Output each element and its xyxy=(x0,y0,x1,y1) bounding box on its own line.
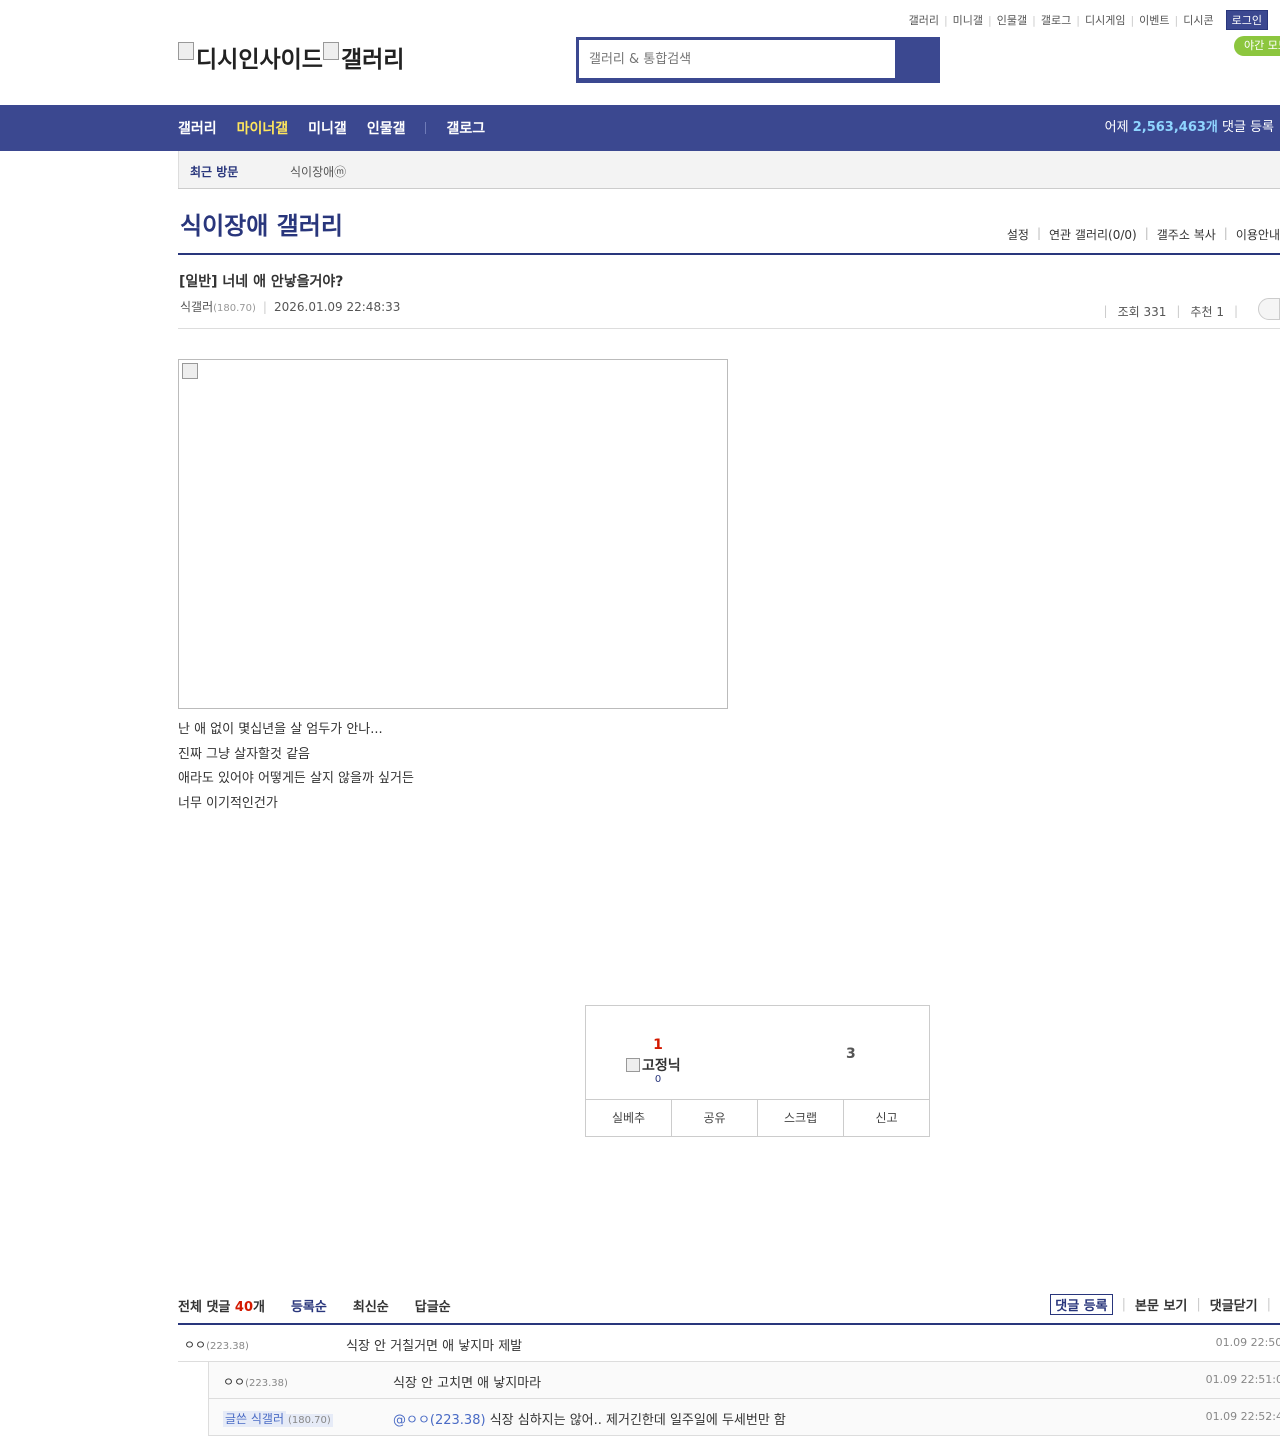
nav-persongal[interactable]: 인물갤 xyxy=(367,118,406,138)
post-body-line: 애라도 있어야 어떻게든 살지 않을까 싶거든 xyxy=(178,771,414,786)
comment-mention[interactable]: @ㅇㅇ(223.38) xyxy=(393,1413,486,1428)
recommend-up-count: 1 xyxy=(653,1037,663,1053)
gallery-options: 설정 | 연관 갤러리(0/0) | 갤주소 복사 | 이용안내 xyxy=(1006,226,1280,243)
comment-nick[interactable]: 글쓴 식갤러 (180.70) xyxy=(223,1410,333,1427)
gallery-title-divider xyxy=(178,253,1280,255)
scrap-button[interactable]: 스크랩 xyxy=(757,1100,843,1136)
reply-row: 글쓴 식갤러 (180.70) @ㅇㅇ(223.38) 식장 심하지는 않어.. … xyxy=(208,1399,1280,1436)
logo-text-main: 디시인사이드 xyxy=(196,47,323,73)
post-header-divider xyxy=(178,328,1280,329)
login-button[interactable]: 로그인 xyxy=(1225,10,1268,30)
search-box xyxy=(576,37,940,83)
post-image[interactable] xyxy=(178,359,728,709)
recommend-down-count: 3 xyxy=(846,1046,856,1062)
sort-tab-latest[interactable]: 최신순 xyxy=(353,1296,389,1315)
util-link-event[interactable]: 이벤트 xyxy=(1139,12,1169,28)
copy-address-link[interactable]: 갤주소 복사 xyxy=(1157,226,1216,243)
logo-text-gallery: 갤러리 xyxy=(340,47,405,73)
post-recommend-count: 추천 1 xyxy=(1190,304,1224,319)
fixed-nick-count: 0 xyxy=(654,1074,662,1085)
broken-image-icon xyxy=(178,42,194,60)
comment-register-button[interactable]: 댓글 등록 xyxy=(1050,1294,1113,1315)
comment-total: 전체 댓글 40개 xyxy=(178,1300,265,1315)
recent-visit-bar: 최근 방문 식이장애ⓜ xyxy=(178,151,1280,189)
comment-text: 식장 안 고치면 애 낳지마라 xyxy=(393,1376,542,1391)
global-nav: 갤러리 마이너갤 미니갤 인물갤 갤로그 어제 2,563,463개 댓글 등록 xyxy=(0,105,1280,151)
usage-guide-link[interactable]: 이용안내 xyxy=(1236,226,1280,243)
fixed-nick-recommend[interactable]: 고정닉 xyxy=(626,1055,681,1075)
util-link-gallery[interactable]: 갤러리 xyxy=(909,12,939,28)
comment-actions: 댓글 등록 | 본문 보기 | 댓글닫기 | xyxy=(1050,1294,1280,1315)
recent-visit-gallery[interactable]: 식이장애ⓜ xyxy=(290,163,346,180)
gallery-title[interactable]: 식이장애 갤러리 xyxy=(180,206,343,241)
util-link-gallog[interactable]: 갤로그 xyxy=(1041,12,1071,28)
post-body-line: 난 애 없이 몇십년을 살 엄두가 안나... xyxy=(178,722,383,737)
top-util-links: 갤러리 | 미니갤 | 인물갤 | 갤로그 | 디시게임 | 이벤트 | 디시콘 로그인 xyxy=(909,10,1268,30)
post-date: 2026.01.09 22:48:33 xyxy=(273,300,401,314)
share-button[interactable]: 공유 xyxy=(671,1100,757,1136)
nav-gallog[interactable]: 갤로그 xyxy=(446,118,485,138)
search-input[interactable] xyxy=(579,40,895,78)
comment-nick[interactable]: ㅇㅇ(223.38) xyxy=(184,1336,249,1353)
comment-nick[interactable]: ㅇㅇ(223.38) xyxy=(223,1373,288,1390)
gallery-settings-link[interactable]: 설정 xyxy=(1007,226,1029,243)
reply-row: ㅇㅇ(223.38) 식장 안 고치면 애 낳지마라 01.09 22:51:0… xyxy=(208,1362,1280,1399)
post-views: 조회 331 xyxy=(1117,304,1167,319)
post-author-ip: (180.70) xyxy=(213,303,256,314)
post-body-line: 너무 이기적인건가 xyxy=(178,795,278,811)
yesterday-comment-stat: 어제 2,563,463개 댓글 등록 xyxy=(1104,120,1274,135)
comment-jump-button[interactable] xyxy=(1258,298,1280,320)
report-button[interactable]: 신고 xyxy=(843,1100,929,1136)
util-link-dccon[interactable]: 디시콘 xyxy=(1183,12,1213,28)
nav-gallery[interactable]: 갤러리 xyxy=(178,118,217,138)
sort-tab-replies[interactable]: 답글순 xyxy=(415,1296,451,1315)
comment-date: 01.09 22:51:02 xyxy=(1205,1373,1280,1386)
comment-row: ㅇㅇ(223.38) 식장 안 거칠거면 애 낳지마 제발 01.09 22:5… xyxy=(178,1325,1280,1362)
util-link-game[interactable]: 디시게임 xyxy=(1085,12,1125,28)
post-title: [일반] 너네 애 안낳을거야? xyxy=(179,274,344,290)
comment-text: 식장 안 거칠거면 애 낳지마 제발 xyxy=(346,1339,523,1354)
comment-date: 01.09 22:50:11 xyxy=(1215,1336,1280,1349)
nav-minigal[interactable]: 미니갤 xyxy=(308,118,347,138)
post-body: 난 애 없이 몇십년을 살 엄두가 안나... 진짜 그냥 살자할것 같음 애라… xyxy=(178,718,414,816)
view-body-button[interactable]: 본문 보기 xyxy=(1135,1295,1187,1314)
close-comments-button[interactable]: 댓글닫기 xyxy=(1210,1295,1258,1314)
comment-date: 01.09 22:52:40 xyxy=(1205,1410,1280,1423)
recommend-box: 1 고정닉 0 3 실베추 공유 스크랩 신고 xyxy=(585,1005,930,1137)
comment-tabs: 전체 댓글 40개 등록순 최신순 답글순 xyxy=(178,1296,451,1315)
nav-divider xyxy=(425,122,427,134)
util-link-person[interactable]: 인물갤 xyxy=(997,12,1027,28)
silbe-recommend-button[interactable]: 실베추 xyxy=(586,1100,671,1136)
recent-visit-title[interactable]: 최근 방문 xyxy=(190,163,238,180)
post-author[interactable]: 식갤러 xyxy=(180,300,213,314)
util-link-minigal[interactable]: 미니갤 xyxy=(953,12,983,28)
broken-image-icon xyxy=(182,363,198,379)
sort-tab-registered[interactable]: 등록순 xyxy=(291,1296,327,1315)
related-gallery-link[interactable]: 연관 갤러리(0/0) xyxy=(1049,226,1137,243)
post-meta: 식갤러(180.70) | 2026.01.09 22:48:33 xyxy=(180,300,401,314)
comment-text: @ㅇㅇ(223.38) 식장 심하지는 않어.. 제거긴한데 일주일에 두세번만… xyxy=(393,1413,786,1428)
site-logo[interactable]: 디시인사이드 갤러리 xyxy=(178,40,404,74)
nav-minorgal[interactable]: 마이너갤 xyxy=(237,118,289,138)
post-stats: | 조회 331 | 추천 1 | xyxy=(1094,298,1280,322)
night-mode-button[interactable]: 야간 모드 xyxy=(1234,36,1280,56)
post-body-line: 진짜 그냥 살자할것 같음 xyxy=(178,746,310,762)
author-badge: 글쓴 식갤러 xyxy=(223,1411,287,1427)
broken-image-icon xyxy=(322,42,339,60)
search-button[interactable] xyxy=(897,40,937,80)
broken-image-icon xyxy=(626,1058,640,1072)
